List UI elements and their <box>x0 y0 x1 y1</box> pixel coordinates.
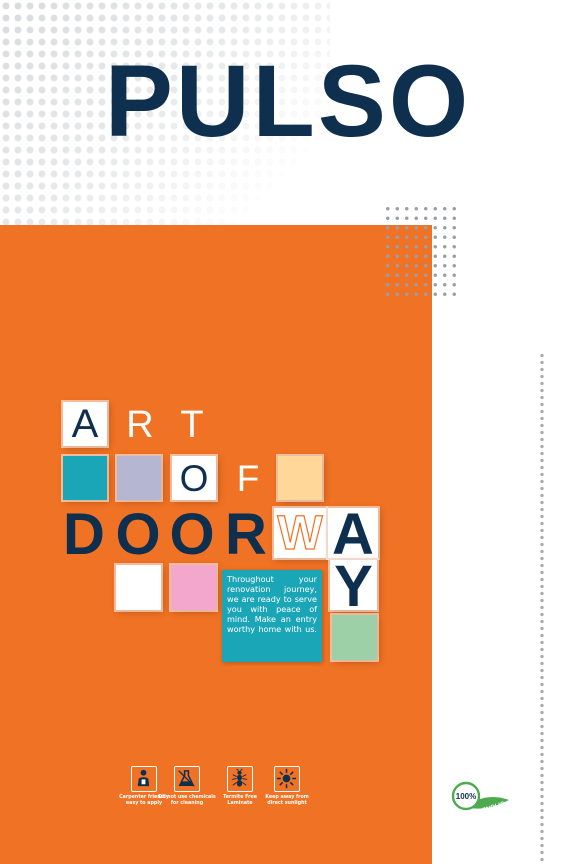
feature-label: Do not use chemicals for cleaning <box>158 795 216 806</box>
headline-letter: T <box>180 404 204 446</box>
headline-letter: F <box>236 458 260 499</box>
intro-text-box: Throughout your renovation journey, we a… <box>222 570 322 662</box>
termite-icon <box>227 766 253 792</box>
tile-teal <box>63 456 107 500</box>
feature-label: Keep away from direct sunlight <box>265 795 309 806</box>
dot-grid-decoration <box>383 204 461 300</box>
headline-letter: D <box>63 502 105 567</box>
badge-percent: 100% <box>456 792 476 801</box>
tile-peach <box>278 456 322 500</box>
dotted-line-decoration <box>540 352 544 864</box>
carpenter-icon <box>131 766 157 792</box>
headline-letter: R <box>126 404 154 446</box>
brand-logo: PULSO <box>104 44 472 158</box>
headline-letter: W <box>277 507 324 560</box>
headline-letter: Y <box>334 554 373 619</box>
tile-mint <box>332 615 377 660</box>
tile-lavender <box>117 456 161 500</box>
headline-letter: O <box>115 502 161 567</box>
sun-icon <box>274 766 300 792</box>
feature-no-chemicals: Do not use chemicals for cleaning <box>158 766 216 807</box>
brochure-page: PULSO A R T O F D O O R W A Y Throughout… <box>0 0 576 864</box>
headline-letter: R <box>225 502 267 567</box>
feature-sunlight: Keep away from direct sunlight <box>258 766 316 807</box>
tile-pink <box>171 565 216 610</box>
headline-letter: O <box>169 502 215 567</box>
no-chemicals-icon <box>174 766 200 792</box>
tile-white-blank <box>116 565 161 610</box>
headline-letter: O <box>179 458 209 499</box>
headline-letter: A <box>71 402 99 446</box>
phenolic-badge: 100% PHENOLIC <box>451 781 509 817</box>
